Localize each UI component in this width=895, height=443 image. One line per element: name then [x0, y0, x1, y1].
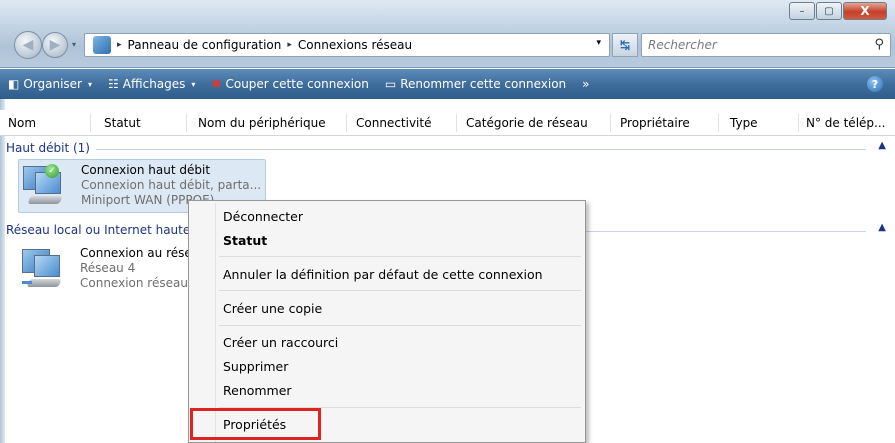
- refresh-button[interactable]: ↹: [612, 33, 638, 57]
- network-connection-icon: [22, 249, 62, 289]
- group-divider: [6, 149, 866, 150]
- menu-item-properties[interactable]: Propriétés: [223, 417, 286, 432]
- more-icon: »: [582, 77, 590, 91]
- column-header-row: Nom Statut Nom du périphérique Connectiv…: [0, 110, 895, 136]
- rename-label: Renommer cette connexion: [400, 77, 567, 91]
- organize-label: Organiser: [23, 77, 82, 91]
- menu-item-create-copy[interactable]: Créer une copie: [223, 301, 322, 316]
- column-header-owner[interactable]: Propriétaire: [620, 116, 690, 130]
- search-icon[interactable]: ⚲: [874, 37, 884, 52]
- search-box[interactable]: ⚲: [641, 33, 891, 57]
- menu-separator: [219, 407, 581, 408]
- views-label: Affichages: [122, 77, 186, 91]
- menu-separator: [219, 325, 581, 326]
- context-menu: Déconnecter Statut Annuler la définition…: [188, 200, 586, 443]
- menu-item-rename[interactable]: Renommer: [223, 383, 292, 398]
- arrow-left-icon: ◀: [22, 37, 34, 53]
- close-button[interactable]: X: [843, 2, 887, 20]
- organize-button[interactable]: ◧ Organiser ▾: [0, 69, 100, 99]
- menu-item-delete[interactable]: Supprimer: [223, 359, 288, 374]
- group-header-broadband[interactable]: Haut débit (1) ▲: [6, 140, 886, 159]
- column-divider[interactable]: [186, 114, 187, 132]
- rename-icon: ▭: [384, 77, 397, 91]
- connection-name: Connexion haut débit: [81, 163, 211, 177]
- back-button[interactable]: ◀: [14, 31, 42, 59]
- rename-connection-button[interactable]: ▭ Renommer cette connexion: [377, 69, 574, 99]
- search-input[interactable]: [648, 38, 858, 52]
- column-header-phone-number[interactable]: N° de télép...: [806, 116, 885, 130]
- column-header-device-name[interactable]: Nom du périphérique: [198, 116, 326, 130]
- breadcrumb-control-panel[interactable]: Panneau de configuration: [128, 38, 282, 52]
- more-commands-button[interactable]: »: [574, 69, 597, 99]
- menu-item-unset-default[interactable]: Annuler la définition par défaut de cett…: [223, 267, 543, 282]
- network-cable-icon: [22, 281, 32, 284]
- collapse-group-icon[interactable]: ▲: [878, 140, 886, 151]
- menu-item-status[interactable]: Statut: [223, 233, 267, 248]
- command-bar: ◧ Organiser ▾ ☷ Affichages ▾ ✖ Couper ce…: [0, 69, 895, 99]
- control-panel-icon: [93, 36, 111, 54]
- breadcrumb-network-connections[interactable]: Connexions réseau: [298, 38, 412, 52]
- address-dropdown-icon[interactable]: ▾: [596, 38, 601, 48]
- column-divider[interactable]: [346, 114, 347, 132]
- menu-separator: [219, 290, 581, 291]
- column-divider[interactable]: [610, 114, 611, 132]
- menu-item-create-shortcut[interactable]: Créer un raccourci: [223, 335, 338, 350]
- chevron-down-icon: ▾: [88, 79, 93, 89]
- column-divider[interactable]: [90, 114, 91, 132]
- disconnect-label: Couper cette connexion: [225, 77, 369, 91]
- network-connection-icon: ✓: [23, 164, 63, 206]
- address-bar[interactable]: ▸ Panneau de configuration ▸ Connexions …: [84, 33, 610, 57]
- column-divider[interactable]: [456, 114, 457, 132]
- help-icon[interactable]: ?: [867, 76, 883, 92]
- check-icon: ✓: [45, 164, 59, 178]
- maximize-button[interactable]: ▢: [816, 2, 842, 20]
- window-controls: – ▢ X: [788, 2, 887, 20]
- recent-pages-dropdown[interactable]: ▾: [72, 40, 76, 49]
- forward-button[interactable]: ▶: [42, 32, 68, 58]
- refresh-icon: ↹: [619, 38, 631, 52]
- column-header-name[interactable]: Nom: [8, 116, 36, 130]
- modem-icon: [27, 196, 63, 204]
- chevron-down-icon: ▾: [191, 79, 196, 89]
- breadcrumb-separator-icon: ▸: [287, 40, 292, 50]
- context-menu-gutter: [215, 203, 216, 442]
- views-button[interactable]: ☷ Affichages ▾: [100, 69, 203, 99]
- organize-icon: ◧: [8, 77, 20, 91]
- views-icon: ☷: [108, 77, 119, 91]
- minimize-button[interactable]: –: [789, 2, 815, 20]
- disconnect-button[interactable]: ✖ Couper cette connexion: [203, 69, 376, 99]
- column-divider[interactable]: [718, 114, 719, 132]
- disconnect-icon: ✖: [211, 77, 222, 91]
- monitor-icon: [34, 255, 60, 277]
- group-label: Haut débit (1): [6, 141, 96, 155]
- breadcrumb-separator-icon: ▸: [117, 40, 122, 50]
- column-header-network-category[interactable]: Catégorie de réseau: [466, 116, 588, 130]
- column-header-connectivity[interactable]: Connectivité: [356, 116, 431, 130]
- menu-item-disconnect[interactable]: Déconnecter: [223, 209, 303, 224]
- column-header-type[interactable]: Type: [730, 116, 758, 130]
- column-header-status[interactable]: Statut: [104, 116, 141, 130]
- column-divider[interactable]: [798, 114, 799, 132]
- connection-status: Connexion haut débit, parta...: [81, 178, 262, 192]
- window-title-bar: – ▢ X ◀ ▶ ▾ ▸ Panneau de configuration ▸…: [0, 0, 895, 68]
- window-frame-left: [0, 99, 5, 443]
- collapse-group-icon[interactable]: ▲: [878, 222, 886, 233]
- menu-separator: [219, 256, 581, 257]
- arrow-right-icon: ▶: [49, 37, 61, 53]
